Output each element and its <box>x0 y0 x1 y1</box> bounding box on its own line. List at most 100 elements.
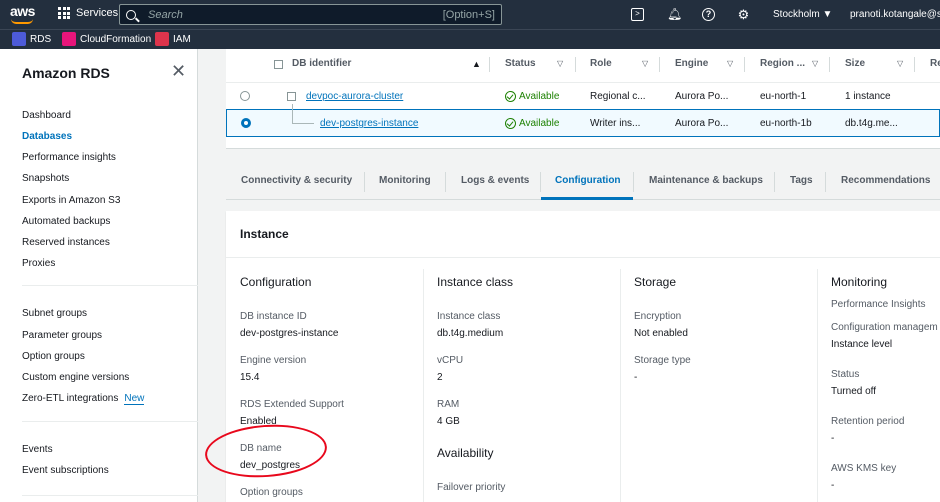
sidebar: Amazon RDS ✕ Dashboard Databases Perform… <box>0 49 198 502</box>
status-ok-icon <box>505 118 516 129</box>
vcpu-value: 2 <box>437 372 443 383</box>
column-header-engine[interactable]: Engine <box>675 58 708 69</box>
storage-heading: Storage <box>634 275 677 289</box>
encryption-label: Encryption <box>634 311 682 322</box>
column-header-db-identifier[interactable]: DB identifier <box>292 58 351 69</box>
column-menu-icon[interactable]: ▽ <box>812 59 818 68</box>
help-icon[interactable]: ? <box>702 8 715 21</box>
retention-period-value: - <box>831 433 835 444</box>
status-badge: Available <box>505 91 559 102</box>
instance-class-label: Instance class <box>437 311 501 322</box>
favorite-label: RDS <box>30 33 52 45</box>
favorite-cloudformation[interactable]: CloudFormation <box>62 32 151 46</box>
option-groups-label: Option groups <box>240 487 303 498</box>
sidebar-divider <box>22 495 198 496</box>
column-divider <box>817 269 818 502</box>
sidebar-item-proxies[interactable]: Proxies <box>22 258 55 269</box>
retention-period-label: Retention period <box>831 416 905 427</box>
tree-connector <box>292 123 314 124</box>
databases-table: DB identifier ▲ Status ▽ Role ▽ Engine ▽… <box>226 49 940 149</box>
status-badge: Available <box>505 118 559 129</box>
tab-logs-events[interactable]: Logs & events <box>461 175 529 186</box>
tab-monitoring[interactable]: Monitoring <box>379 175 431 186</box>
instance-class-value: db.t4g.medium <box>437 328 504 339</box>
extended-support-label: RDS Extended Support <box>240 399 344 410</box>
column-separator[interactable] <box>489 57 490 72</box>
sidebar-item-snapshots[interactable]: Snapshots <box>22 173 69 184</box>
close-icon[interactable]: ✕ <box>171 61 186 82</box>
notifications-bell-icon[interactable]: 🔔︎ <box>667 8 682 21</box>
favorite-iam[interactable]: IAM <box>155 32 191 46</box>
db-identifier-link[interactable]: devpoc-aurora-cluster <box>306 91 403 102</box>
sidebar-item-databases[interactable]: Databases <box>22 131 72 142</box>
collapse-all-icon[interactable] <box>274 60 283 69</box>
storage-type-value: - <box>634 372 638 383</box>
instance-class-heading: Instance class <box>437 275 514 289</box>
column-header-truncated[interactable]: Re <box>930 58 940 69</box>
sidebar-item-automated-backups[interactable]: Automated backups <box>22 216 110 227</box>
search-icon <box>126 9 136 20</box>
column-separator[interactable] <box>575 57 576 72</box>
tab-connectivity-security[interactable]: Connectivity & security <box>241 175 352 186</box>
favorites-bar: RDS CloudFormation IAM <box>0 29 940 49</box>
sidebar-item-performance-insights[interactable]: Performance insights <box>22 152 116 163</box>
table-row[interactable]: devpoc-aurora-cluster Available Regional… <box>226 82 940 109</box>
sidebar-item-custom-engine-versions[interactable]: Custom engine versions <box>22 372 129 383</box>
tab-maintenance-backups[interactable]: Maintenance & backups <box>649 175 763 186</box>
cloudshell-icon[interactable]: > <box>631 8 644 21</box>
sidebar-item-dashboard[interactable]: Dashboard <box>22 110 71 121</box>
sidebar-item-reserved-instances[interactable]: Reserved instances <box>22 237 110 248</box>
favorite-label: IAM <box>173 33 191 45</box>
aws-logo[interactable]: aws <box>10 3 35 19</box>
column-header-role[interactable]: Role <box>590 58 612 69</box>
sidebar-item-events[interactable]: Events <box>22 444 53 455</box>
tab-separator <box>774 172 775 192</box>
column-menu-icon[interactable]: ▽ <box>897 59 903 68</box>
table-row-selected[interactable]: dev-postgres-instance Available Writer i… <box>226 104 940 137</box>
cloudformation-icon <box>62 32 76 46</box>
sidebar-item-event-subscriptions[interactable]: Event subscriptions <box>22 465 109 476</box>
engine-cell: Aurora Po... <box>675 91 729 102</box>
sidebar-item-parameter-groups[interactable]: Parameter groups <box>22 330 102 341</box>
sidebar-item-exports-s3[interactable]: Exports in Amazon S3 <box>22 195 120 206</box>
column-separator[interactable] <box>659 57 660 72</box>
sidebar-item-subnet-groups[interactable]: Subnet groups <box>22 308 87 319</box>
sort-ascending-icon[interactable]: ▲ <box>472 59 481 69</box>
failover-priority-label: Failover priority <box>437 482 506 493</box>
search-input[interactable]: Search [Option+S] <box>119 4 502 25</box>
column-menu-icon[interactable]: ▽ <box>727 59 733 68</box>
column-menu-icon[interactable]: ▽ <box>642 59 648 68</box>
column-header-status[interactable]: Status <box>505 58 536 69</box>
services-menu-button[interactable]: Services <box>58 7 118 19</box>
region-cell: eu-north-1 <box>760 91 807 102</box>
ram-value: 4 GB <box>437 416 460 427</box>
column-separator[interactable] <box>914 57 915 72</box>
sidebar-item-zero-etl[interactable]: Zero-ETL integrations New <box>22 393 145 405</box>
vcpu-label: vCPU <box>437 355 464 366</box>
tab-recommendations[interactable]: Recommendations <box>841 175 930 186</box>
sidebar-title: Amazon RDS <box>22 65 110 81</box>
collapse-icon[interactable] <box>287 92 296 101</box>
column-separator[interactable] <box>829 57 830 72</box>
services-label: Services <box>76 7 119 19</box>
user-account-menu[interactable]: pranoti.kotangale@ser <box>850 9 940 20</box>
tab-separator <box>364 172 365 192</box>
settings-gear-icon[interactable]: ⚙ <box>737 8 750 21</box>
sidebar-divider <box>22 421 198 422</box>
column-header-size[interactable]: Size <box>845 58 865 69</box>
column-header-region[interactable]: Region ... <box>760 58 805 69</box>
column-menu-icon[interactable]: ▽ <box>557 59 563 68</box>
status-text: Available <box>519 118 560 129</box>
favorite-rds[interactable]: RDS <box>12 32 51 46</box>
sidebar-item-option-groups[interactable]: Option groups <box>22 351 85 362</box>
column-separator[interactable] <box>744 57 745 72</box>
iam-icon <box>155 32 169 46</box>
region-selector[interactable]: Stockholm ▼ <box>773 9 832 20</box>
instance-panel: Instance Configuration DB instance ID de… <box>226 211 940 502</box>
row-select-radio[interactable] <box>241 118 251 128</box>
tab-configuration[interactable]: Configuration <box>555 175 621 186</box>
tab-tags[interactable]: Tags <box>790 175 813 186</box>
db-identifier-link[interactable]: dev-postgres-instance <box>320 118 418 129</box>
row-select-radio[interactable] <box>240 91 250 101</box>
detail-tabs: Connectivity & security Monitoring Logs … <box>226 164 940 200</box>
